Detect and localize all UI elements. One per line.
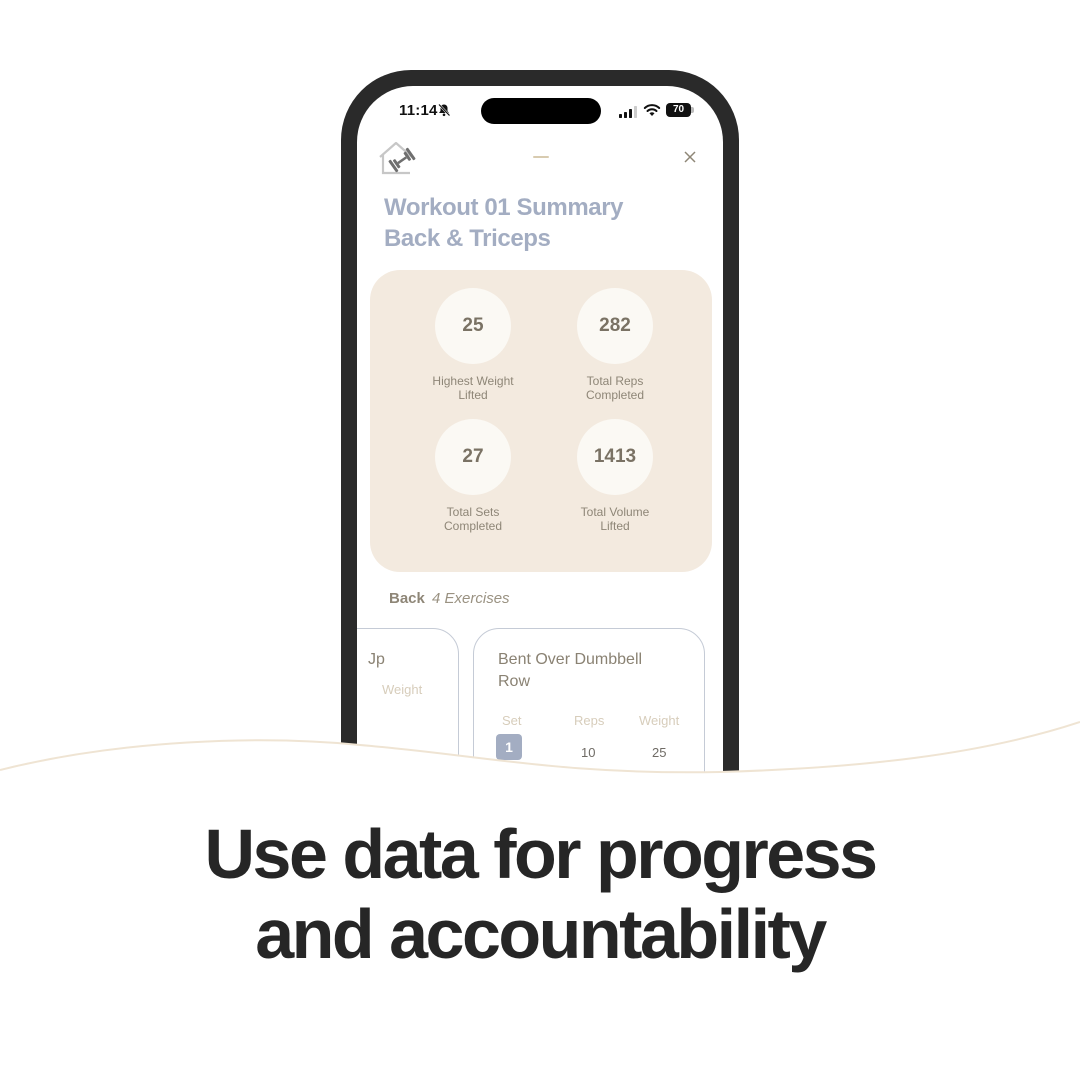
- stat-value: 1413: [577, 419, 653, 495]
- tagline-line1: Use data for progress: [204, 815, 878, 893]
- home-dumbbell-icon[interactable]: [377, 140, 421, 176]
- exercise-title: Bent Over Dumbbell Row: [498, 651, 643, 690]
- cellular-signal-icon: [619, 106, 637, 118]
- exercise-title: Jp: [368, 651, 385, 668]
- status-bar: 11:14 70: [357, 98, 723, 128]
- stat-value: 27: [435, 419, 511, 495]
- battery-level: 70: [666, 103, 691, 117]
- wifi-icon: [643, 104, 661, 116]
- stat-value: 282: [577, 288, 653, 364]
- stat-value: 25: [435, 288, 511, 364]
- battery-icon: 70: [666, 103, 694, 117]
- status-time: 11:14: [399, 102, 438, 119]
- tagline-line2: and accountability: [255, 895, 827, 973]
- stat-label: Highest Weight Lifted: [432, 374, 514, 402]
- section-count: 4 Exercises: [432, 590, 510, 607]
- column-header-weight: Weight: [382, 682, 423, 697]
- dynamic-island: [481, 98, 601, 124]
- section-header: Back 4 Exercises: [389, 590, 510, 607]
- page-title: Workout 01 Summary Back & Triceps: [384, 192, 623, 254]
- stat-total-volume: 1413 Total Volume Lifted: [545, 419, 685, 533]
- stat-label: Total Reps Completed: [585, 374, 645, 402]
- stats-card: 25 Highest Weight Lifted 282 Total Reps Co…: [370, 270, 712, 572]
- app-header: [357, 140, 723, 180]
- stat-highest-weight: 25 Highest Weight Lifted: [403, 288, 543, 402]
- drag-handle[interactable]: [533, 156, 549, 158]
- tagline: Use data for progress and accountability: [0, 814, 1080, 974]
- stat-total-sets: 27 Total Sets Completed: [403, 419, 543, 533]
- bell-slash-icon: [438, 103, 451, 117]
- stat-label: Total Sets Completed: [443, 505, 503, 533]
- close-icon[interactable]: [683, 150, 697, 164]
- title-workout: Workout 01 Summary: [384, 194, 624, 221]
- title-muscle-group: Back & Triceps: [384, 225, 551, 252]
- section-name: Back: [389, 590, 425, 607]
- stat-total-reps: 282 Total Reps Completed: [545, 288, 685, 402]
- stat-label: Total Volume Lifted: [580, 505, 650, 533]
